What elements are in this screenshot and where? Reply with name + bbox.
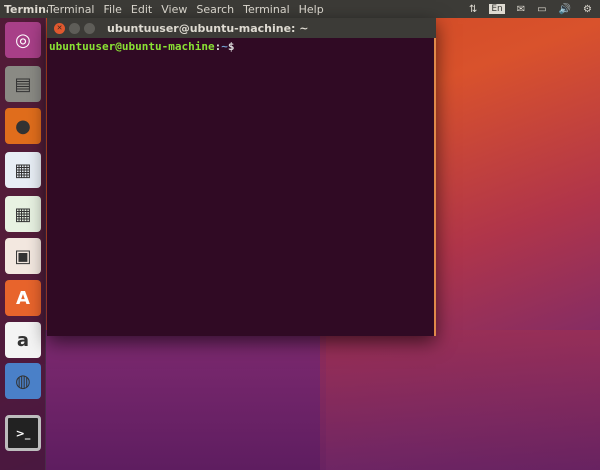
libreoffice-writer-icon: ▦: [14, 159, 32, 181]
desktop-background: [46, 330, 326, 470]
power-icon[interactable]: ⚙: [583, 4, 592, 15]
files-icon: ▤: [14, 73, 32, 95]
terminal-content[interactable]: ubuntuuser@ubuntu-machine:~$: [47, 38, 436, 336]
launcher: ◎ ▤ ● ▦ ▦ ▣ Aa ◍ >_: [0, 18, 46, 470]
launcher-item-libreoffice-calc[interactable]: ▦: [5, 196, 41, 232]
launcher-item-stacked-apps[interactable]: ◍: [5, 363, 41, 399]
libreoffice-calc-icon: ▦: [14, 203, 32, 225]
close-icon[interactable]: ✕: [54, 22, 65, 34]
active-app-name: Terminal: [4, 2, 48, 16]
minimize-icon[interactable]: [69, 22, 80, 34]
ubuntu-dash-icon: ◎: [15, 29, 31, 51]
libreoffice-impress-icon: ▣: [14, 245, 32, 267]
menu-search[interactable]: Search: [196, 3, 234, 16]
menu-edit[interactable]: Edit: [131, 3, 152, 16]
maximize-icon[interactable]: [84, 22, 95, 34]
terminal-window: ✕ ubuntuuser@ubuntu-machine: ~ ubuntuuse…: [47, 18, 436, 336]
menu-help[interactable]: Help: [299, 3, 324, 16]
top-panel: Terminal TerminalFileEditViewSearchTermi…: [0, 0, 600, 18]
title-bar[interactable]: ✕ ubuntuuser@ubuntu-machine: ~: [47, 18, 436, 38]
volume-icon[interactable]: 🔊: [559, 4, 571, 15]
terminal-icon: >_: [15, 426, 31, 440]
firefox-icon: ●: [15, 115, 31, 137]
amazon-icon: a: [16, 329, 30, 351]
window-title: ubuntuuser@ubuntu-machine: ~: [107, 21, 309, 35]
menu-view[interactable]: View: [161, 3, 187, 16]
menu-terminal-2[interactable]: Terminal: [243, 3, 290, 16]
battery-icon[interactable]: ▭: [537, 4, 546, 15]
launcher-item-firefox[interactable]: ●: [5, 108, 41, 144]
launcher-item-software-center[interactable]: A: [5, 280, 41, 316]
prompt-user: ubuntuuser@ubuntu-machine: [49, 40, 215, 53]
launcher-item-terminal[interactable]: >_: [5, 415, 41, 451]
launcher-item-libreoffice-writer[interactable]: ▦: [5, 152, 41, 188]
software-center-icon: A: [16, 287, 30, 309]
launcher-item-files[interactable]: ▤: [5, 66, 41, 102]
system-tray: ⇅ En ✉ ▭ 🔊 ⚙: [469, 0, 592, 18]
network-icon[interactable]: ⇅: [469, 4, 477, 15]
launcher-item-libreoffice-impress[interactable]: ▣: [5, 238, 41, 274]
stacked-apps-icon: ◍: [15, 370, 31, 392]
menu-bar: Terminal File Edit View Search Terminal Help: [48, 3, 333, 16]
menu-terminal[interactable]: Terminal: [48, 3, 95, 16]
prompt-path: ~: [221, 40, 228, 53]
desktop-background-shade: [320, 330, 600, 470]
launcher-item-amazon[interactable]: a: [5, 322, 41, 358]
keyboard-layout-indicator[interactable]: En: [489, 4, 505, 14]
mail-icon[interactable]: ✉: [517, 4, 525, 15]
menu-file[interactable]: File: [104, 3, 122, 16]
prompt-symbol: $: [227, 40, 235, 53]
launcher-item-ubuntu-dash[interactable]: ◎: [5, 22, 41, 58]
